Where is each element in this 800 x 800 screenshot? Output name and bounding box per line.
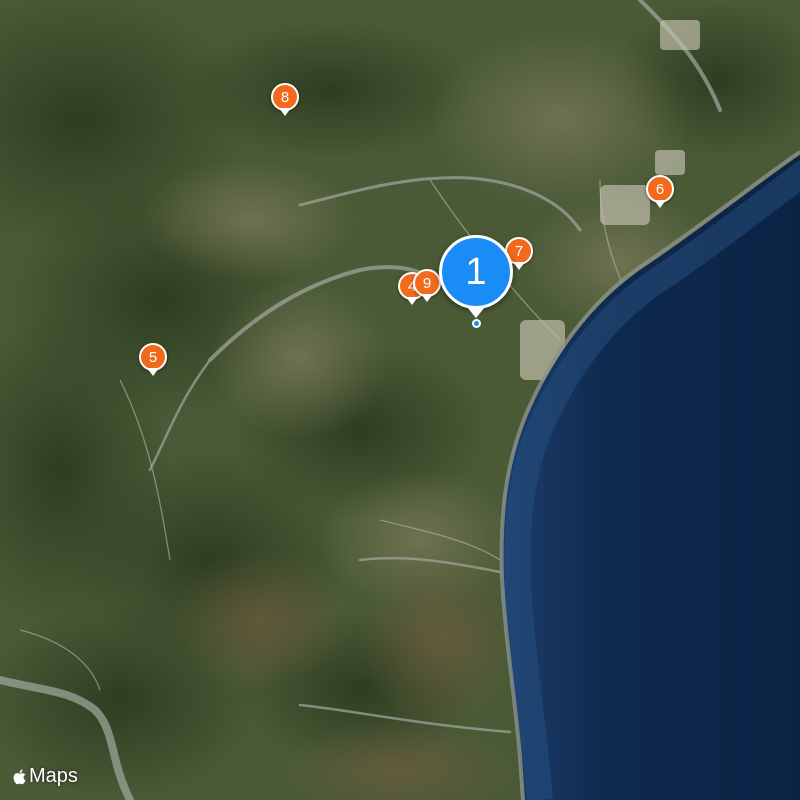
pin-tail bbox=[279, 108, 291, 116]
pin-marker-icon: 9 bbox=[413, 269, 441, 297]
apple-logo-icon bbox=[13, 769, 26, 784]
cluster-marker-icon: 1 bbox=[439, 235, 513, 309]
cluster-pin-tail bbox=[467, 307, 485, 318]
pin-marker-icon: 6 bbox=[646, 175, 674, 203]
pin-tail bbox=[421, 294, 433, 302]
location-dot-icon bbox=[472, 319, 481, 328]
pin-tail bbox=[654, 200, 666, 208]
pin-tail bbox=[147, 368, 159, 376]
maps-attribution[interactable]: Maps bbox=[12, 765, 78, 788]
satellite-imagery bbox=[0, 0, 800, 800]
maps-label: Maps bbox=[29, 765, 78, 787]
map-view[interactable]: 8 6 7 4 9 5 1 Maps bbox=[0, 0, 800, 800]
pin-tail bbox=[406, 297, 418, 305]
pin-tail bbox=[513, 262, 525, 270]
pin-marker-icon: 8 bbox=[271, 83, 299, 111]
pin-marker-icon: 5 bbox=[139, 343, 167, 371]
